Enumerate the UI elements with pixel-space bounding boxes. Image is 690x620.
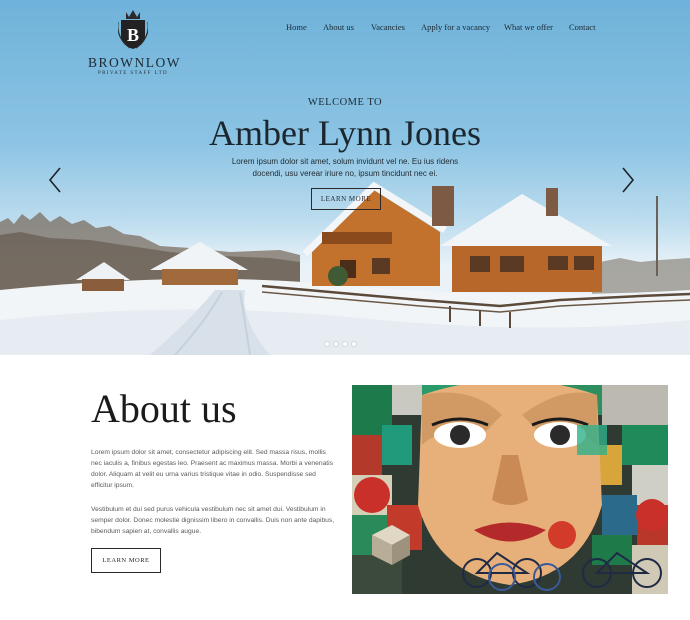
nav-about-us[interactable]: About us	[323, 22, 354, 32]
slider-dot-4[interactable]	[351, 341, 357, 347]
slider-dot-2[interactable]	[333, 341, 339, 347]
nav-contact[interactable]: Contact	[569, 22, 595, 32]
chevron-right-icon[interactable]	[621, 167, 635, 193]
about-learn-more-button[interactable]: LEARN MORE	[91, 548, 161, 573]
nav-apply-for-a-vacancy[interactable]: Apply for a vacancy	[421, 22, 490, 32]
hero-kicker: WELCOME TO	[307, 97, 383, 108]
logo-tagline: PRIVATE STAFF LTD	[97, 71, 169, 76]
chevron-left-icon[interactable]	[48, 167, 62, 193]
slider-pagination	[324, 341, 364, 347]
graffiti-mural-image	[352, 385, 668, 594]
hero-title: Amber Lynn Jones	[209, 113, 481, 153]
nav-vacancies[interactable]: Vacancies	[371, 22, 405, 32]
brand-logo[interactable]: B BROWNLOW PRIVATE STAFF LTD	[88, 8, 181, 76]
nav-home[interactable]: Home	[286, 22, 307, 32]
nav-what-we-offer[interactable]: What we offer	[504, 22, 553, 32]
slider-dot-1[interactable]	[324, 341, 330, 347]
slider-dot-3[interactable]	[342, 341, 348, 347]
logo-brand-name: BROWNLOW	[88, 55, 181, 70]
about-paragraph-1: Lorem ipsum dolor sit amet, consectetur …	[91, 449, 333, 489]
main-nav: Home About us Vacancies Apply for a vaca…	[0, 22, 690, 36]
about-heading: About us	[91, 386, 237, 431]
about-paragraph-2: Vestibulum et dui sed purus vehicula ves…	[91, 506, 335, 535]
hero-learn-more-button[interactable]: LEARN MORE	[311, 188, 381, 210]
hero-slider: B BROWNLOW PRIVATE STAFF LTD Home About …	[0, 0, 690, 355]
hero-description: Lorem ipsum dolor sit amet, solum invidu…	[231, 157, 459, 178]
